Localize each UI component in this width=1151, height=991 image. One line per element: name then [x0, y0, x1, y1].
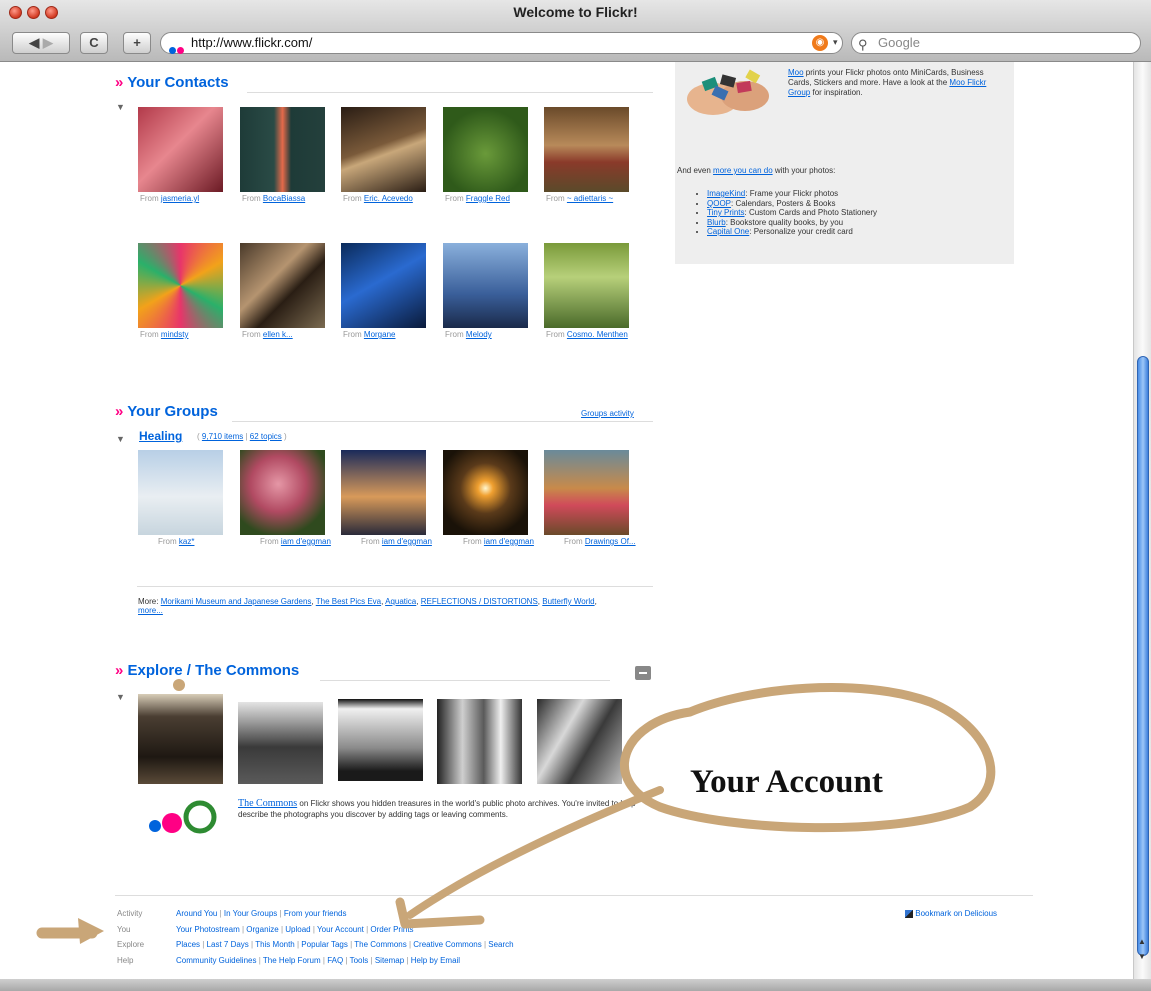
rss-dropdown-icon[interactable]: ▾ — [833, 37, 838, 48]
window-title: Welcome to Flickr! — [513, 4, 638, 20]
window-bottom-bar — [0, 979, 1151, 991]
annotation-overlay — [36, 679, 996, 944]
rss-icon[interactable]: ◉ — [812, 35, 828, 51]
address-url: http://www.flickr.com/ — [191, 35, 313, 50]
flickr-favicon-icon — [169, 40, 189, 54]
browser-window: Welcome to Flickr! ◀ ▶ C + http://www.fl… — [0, 0, 1151, 991]
back-forward-buttons[interactable]: ◀ ▶ — [12, 32, 70, 54]
address-bar[interactable]: http://www.flickr.com/ — [160, 32, 843, 54]
page-content: » Your Contacts ▼ From jasmeria.yl From B… — [0, 62, 1133, 979]
forward-arrow-icon[interactable]: ▶ — [43, 35, 53, 50]
vertical-scrollbar[interactable]: ▲ ▼ — [1133, 62, 1151, 979]
search-placeholder: Google — [878, 35, 920, 50]
scroll-down-arrow-icon[interactable]: ▼ — [1138, 952, 1146, 961]
scrollbar-thumb[interactable] — [1137, 356, 1149, 956]
annotation-label: Your Account — [690, 764, 883, 800]
annotation-arrow-line — [406, 786, 664, 919]
title-bar: Welcome to Flickr! ◀ ▶ C + http://www.fl… — [0, 0, 1151, 62]
annotation-left-arrow-head — [78, 918, 104, 944]
annotation-circle — [619, 683, 996, 833]
back-arrow-icon[interactable]: ◀ — [29, 35, 39, 50]
annotation-dot — [173, 679, 185, 691]
plus-icon: + — [133, 35, 141, 50]
search-icon: ⚲ — [858, 37, 868, 52]
search-field[interactable]: ⚲ Google — [851, 32, 1141, 54]
reload-icon: C — [89, 35, 99, 50]
reload-button[interactable]: C — [80, 32, 108, 54]
add-bookmark-button[interactable]: + — [123, 32, 151, 54]
scroll-up-arrow-icon[interactable]: ▲ — [1138, 937, 1146, 946]
